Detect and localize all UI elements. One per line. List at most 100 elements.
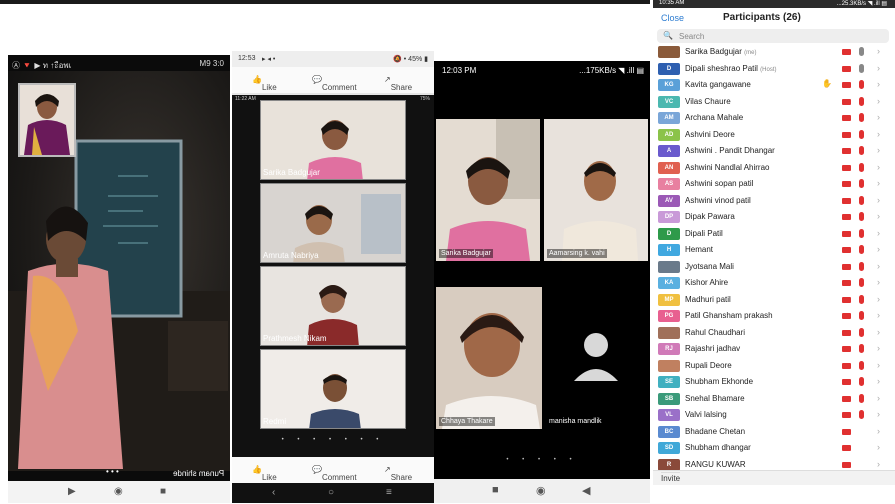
play-icon[interactable]: ▶ bbox=[68, 486, 76, 497]
phone-screen-2: 12:53 ▸ ◂ • 🔕 • 45% ▮ 👍 Like 💬 Comment ↗… bbox=[232, 51, 434, 503]
video-off-icon bbox=[842, 461, 851, 468]
chevron-right-icon[interactable]: › bbox=[877, 393, 880, 403]
participant-row[interactable]: KA Kishor Ahire › bbox=[653, 275, 895, 292]
chevron-right-icon[interactable]: › bbox=[877, 277, 880, 287]
video-tile[interactable]: Redmi bbox=[260, 349, 406, 429]
chevron-right-icon[interactable]: › bbox=[877, 244, 880, 254]
chevron-right-icon[interactable]: › bbox=[877, 310, 880, 320]
participant-row[interactable]: Jyotsana Mali › bbox=[653, 259, 895, 276]
comment-button[interactable]: 💬 Comment bbox=[312, 75, 357, 92]
back-icon[interactable]: ◀ bbox=[582, 484, 590, 497]
chevron-right-icon[interactable]: › bbox=[877, 409, 880, 419]
video-off-icon bbox=[842, 412, 851, 418]
video-off-icon bbox=[842, 98, 851, 105]
chevron-right-icon[interactable]: › bbox=[877, 442, 880, 452]
menu-icon[interactable]: ≡ bbox=[386, 487, 392, 498]
participant-row[interactable]: AD Ashvini Deore › bbox=[653, 127, 895, 144]
video-tile[interactable]: Chhaya Thakare bbox=[436, 287, 542, 429]
participant-name-text: Bhadane Chetan bbox=[685, 426, 746, 436]
chevron-right-icon[interactable]: › bbox=[877, 426, 880, 436]
participant-row[interactable]: PG Patil Ghansham prakash › bbox=[653, 308, 895, 325]
participant-name-text: Ashvini Deore bbox=[685, 129, 735, 139]
participant-name-text: Sarika Badgujar bbox=[685, 47, 742, 56]
video-off-icon bbox=[842, 115, 851, 121]
video-tile[interactable]: Prathmesh Nikam bbox=[260, 266, 406, 346]
participant-row[interactable]: D Dipali sheshrao Patil (Host) › bbox=[653, 61, 895, 78]
video-tile[interactable]: Sarika Badgujar bbox=[436, 119, 540, 261]
participant-row[interactable]: KG Kavita gangawane ✋ › bbox=[653, 77, 895, 94]
participant-row[interactable]: Sarika Badgujar (me) › bbox=[653, 44, 895, 61]
participant-row[interactable]: SD Shubham dhangar › bbox=[653, 440, 895, 457]
participant-row[interactable]: RJ Rajashri jadhav › bbox=[653, 341, 895, 358]
chevron-right-icon[interactable]: › bbox=[877, 129, 880, 139]
participant-row[interactable]: VL Valvi lalsing › bbox=[653, 407, 895, 424]
share-button[interactable]: ↗ Share bbox=[384, 465, 412, 482]
video-tile[interactable]: Sarika Badgujar bbox=[260, 100, 406, 180]
participant-row[interactable]: DP Dipak Pawara › bbox=[653, 209, 895, 226]
invite-button[interactable]: Invite bbox=[661, 472, 681, 483]
chevron-right-icon[interactable]: › bbox=[877, 376, 880, 386]
stop-icon[interactable]: ■ bbox=[492, 484, 499, 496]
back-icon[interactable]: ‹ bbox=[272, 487, 275, 498]
chevron-right-icon[interactable]: › bbox=[877, 112, 880, 122]
comment-button[interactable]: 💬 Comment bbox=[312, 465, 357, 482]
chevron-right-icon[interactable]: › bbox=[877, 162, 880, 172]
participant-name: Vilas Chaure bbox=[685, 97, 731, 106]
participant-row[interactable]: H Hemant › bbox=[653, 242, 895, 259]
chevron-right-icon[interactable]: › bbox=[877, 79, 880, 89]
participant-row[interactable]: AS Ashwini sopan patil › bbox=[653, 176, 895, 193]
share-button[interactable]: ↗ Share bbox=[384, 75, 412, 92]
chevron-right-icon[interactable]: › bbox=[877, 96, 880, 106]
participant-row[interactable]: AM Archana Mahale › bbox=[653, 110, 895, 127]
search-input[interactable]: 🔍 Search bbox=[657, 29, 889, 43]
comment-label: Comment bbox=[321, 83, 357, 92]
home-icon[interactable]: ○ bbox=[328, 487, 334, 498]
self-view-thumbnail[interactable] bbox=[18, 83, 76, 157]
chevron-right-icon[interactable]: › bbox=[877, 211, 880, 221]
chevron-right-icon[interactable]: › bbox=[877, 459, 880, 469]
participant-row[interactable]: MP Madhuri patil › bbox=[653, 292, 895, 309]
video-tile[interactable]: manisha mandlik bbox=[544, 287, 648, 429]
home-icon[interactable]: ◉ bbox=[114, 486, 123, 497]
video-tile[interactable]: Amruta Nabriya bbox=[260, 183, 406, 263]
participant-role: (Host) bbox=[760, 66, 777, 73]
participant-row[interactable]: SE Shubham Ekhonde › bbox=[653, 374, 895, 391]
status-time: 12:53 bbox=[238, 55, 256, 62]
participant-row[interactable]: BC Bhadane Chetan › bbox=[653, 424, 895, 441]
participant-row[interactable]: Rahul Chaudhari › bbox=[653, 325, 895, 342]
stop-icon[interactable]: ■ bbox=[160, 486, 166, 497]
participant-row[interactable]: A Ashwini . Pandit Dhangar › bbox=[653, 143, 895, 160]
like-button[interactable]: 👍 Like bbox=[252, 75, 277, 92]
participant-name: Kishor Ahire bbox=[685, 278, 728, 287]
participant-row[interactable]: AV Ashwini vinod patil › bbox=[653, 193, 895, 210]
like-button[interactable]: 👍 Like bbox=[252, 465, 277, 482]
chevron-right-icon[interactable]: › bbox=[877, 228, 880, 238]
participant-name-text: Shubham Ekhonde bbox=[685, 377, 754, 386]
post-actions-top: 👍 Like 💬 Comment ↗ Share bbox=[232, 67, 434, 93]
avatar: KG bbox=[658, 79, 680, 91]
share-label: Share bbox=[390, 473, 413, 482]
close-button[interactable]: Close bbox=[661, 13, 684, 23]
chevron-right-icon[interactable]: › bbox=[877, 360, 880, 370]
home-icon[interactable]: ◉ bbox=[536, 484, 546, 497]
chevron-right-icon[interactable]: › bbox=[877, 294, 880, 304]
chevron-right-icon[interactable]: › bbox=[877, 63, 880, 73]
avatar: BC bbox=[658, 425, 680, 438]
embedded-video[interactable]: 11:22 AM 75% Sarika Badgujar Amruta Nabr… bbox=[232, 95, 434, 457]
participant-row[interactable]: AN Ashwini Nandlal Ahirrao › bbox=[653, 160, 895, 177]
participant-row[interactable]: D Dipali Patil › bbox=[653, 226, 895, 243]
participant-name: Shubham dhangar bbox=[685, 443, 751, 452]
phone-screen-3: 12:03 PM ...175KB/s ◥ .ill ▤ Sarika Badg… bbox=[434, 61, 650, 503]
video-tile[interactable]: Aamarsing k. vahi bbox=[544, 119, 648, 261]
chevron-right-icon[interactable]: › bbox=[877, 145, 880, 155]
chevron-right-icon[interactable]: › bbox=[877, 261, 880, 271]
chevron-right-icon[interactable]: › bbox=[877, 343, 880, 353]
chevron-right-icon[interactable]: › bbox=[877, 178, 880, 188]
chevron-right-icon[interactable]: › bbox=[877, 195, 880, 205]
chevron-right-icon[interactable]: › bbox=[877, 327, 880, 337]
chevron-right-icon[interactable]: › bbox=[877, 46, 880, 56]
participant-row[interactable]: Rupali Deore › bbox=[653, 358, 895, 375]
participant-row[interactable]: VC Vilas Chaure › bbox=[653, 94, 895, 111]
participant-row[interactable]: SB Snehal Bhamare › bbox=[653, 391, 895, 408]
avatar: DP bbox=[658, 211, 680, 223]
